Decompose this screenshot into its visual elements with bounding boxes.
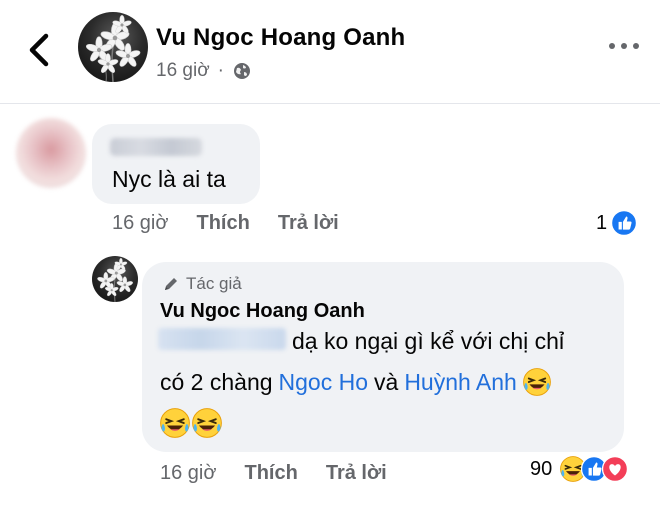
- reply-actions: 16 giờ Thích Trả lời: [160, 462, 387, 485]
- dot-separator: ·: [217, 60, 224, 81]
- mention-huynh-anh[interactable]: Huỳnh Anh: [404, 369, 517, 396]
- back-arrow-icon[interactable]: [22, 30, 56, 70]
- comment-actions: 16 giờ Thích Trả lời: [112, 212, 339, 235]
- pen-icon: [165, 278, 177, 290]
- post-time[interactable]: 16 giờ: [156, 60, 210, 82]
- commenter-avatar[interactable]: [16, 118, 86, 188]
- reply-button[interactable]: Trả lời: [326, 462, 387, 485]
- reaction-icons: [560, 456, 629, 482]
- avatar[interactable]: [78, 12, 148, 82]
- reply-reactions[interactable]: 90: [530, 456, 629, 482]
- author-badge-label: Tác giả: [186, 274, 242, 293]
- like-button[interactable]: Thích: [196, 212, 249, 235]
- comment-reactions[interactable]: 1: [596, 210, 638, 236]
- commenter-name-blurred: [110, 138, 202, 156]
- like-reaction-icon: [611, 210, 638, 236]
- reply-button[interactable]: Trả lời: [278, 212, 339, 235]
- reply-text-prefix: có 2 chàng: [160, 368, 273, 395]
- globe-icon: [234, 63, 250, 79]
- author-badge: Tác giả: [162, 274, 242, 294]
- flower-avatar-icon: [96, 257, 134, 302]
- reply-text-line1: dạ ko ngại gì kể với chị chỉ: [292, 328, 565, 354]
- reply-avatar[interactable]: [92, 256, 138, 302]
- reply-text-line2: có 2 chàng Ngoc Ho và Huỳnh Anh: [160, 368, 551, 396]
- laughing-emoji-icon: [160, 408, 190, 438]
- reaction-count: 90: [530, 457, 553, 480]
- love-reaction-icon: [602, 456, 629, 482]
- more-options-icon[interactable]: [606, 36, 642, 56]
- laughing-emoji-icon: [192, 408, 222, 438]
- flower-avatar-icon: [84, 14, 142, 82]
- comment-text: Nyc là ai ta: [112, 166, 226, 192]
- reply-text-mid: và: [374, 368, 399, 395]
- poster-name[interactable]: Vu Ngoc Hoang Oanh: [156, 24, 405, 52]
- mention-ngoc-ho[interactable]: Ngoc Ho: [279, 369, 368, 396]
- like-button[interactable]: Thích: [244, 462, 297, 485]
- laughing-emoji-icon: [522, 368, 551, 396]
- reply-emoji-line: [160, 408, 222, 438]
- reaction-count: 1: [596, 211, 608, 234]
- comment-time[interactable]: 16 giờ: [112, 212, 168, 235]
- post-meta: 16 giờ ·: [156, 60, 252, 82]
- mention-blurred: [158, 328, 286, 350]
- reply-time[interactable]: 16 giờ: [160, 462, 216, 485]
- reply-author-name[interactable]: Vu Ngoc Hoang Oanh: [160, 300, 365, 323]
